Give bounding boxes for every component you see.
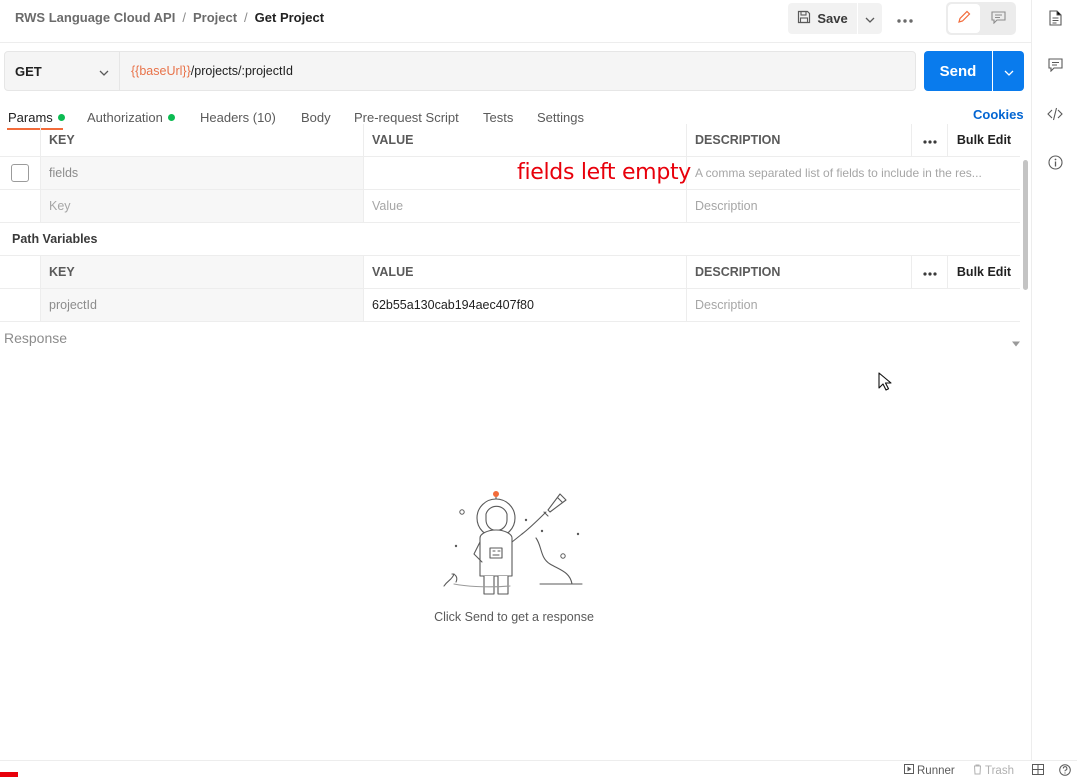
tab-label: Pre-request Script: [354, 109, 459, 125]
mouse-cursor-icon: [878, 372, 892, 392]
row-checkbox-cell: [0, 289, 41, 321]
right-sidebar: [1031, 0, 1077, 760]
send-button[interactable]: Send: [924, 51, 992, 91]
method-label: GET: [15, 63, 42, 79]
column-header-value: VALUE: [364, 124, 687, 156]
chevron-down-icon: [99, 64, 109, 79]
save-label: Save: [817, 11, 848, 26]
runner-button[interactable]: Runner: [904, 764, 955, 777]
response-hint-text: Click Send to get a response: [434, 610, 594, 624]
chevron-down-icon: [1004, 64, 1014, 79]
more-horizontal-icon: [922, 265, 937, 279]
comment-mode-button[interactable]: [982, 4, 1014, 33]
url-variable: {{baseUrl}}: [131, 64, 191, 78]
breadcrumb-separator: /: [244, 10, 248, 25]
param-description-field[interactable]: A comma separated list of fields to incl…: [687, 157, 1020, 189]
save-button[interactable]: Save: [788, 3, 857, 34]
url-path: /projects/:projectId: [190, 64, 293, 78]
request-header: RWS Language Cloud API / Project / Get P…: [0, 0, 1031, 43]
new-param-value-input[interactable]: Value: [364, 190, 687, 222]
status-dot: [57, 113, 65, 121]
breadcrumb-collection[interactable]: RWS Language Cloud API: [15, 10, 175, 25]
code-icon[interactable]: [1047, 106, 1063, 122]
column-header-value: VALUE: [364, 256, 687, 288]
chevron-down-icon: [865, 11, 875, 26]
save-options-dropdown[interactable]: [858, 3, 882, 34]
row-checkbox-cell: [0, 157, 41, 189]
table-row-new: Key Value Description: [0, 190, 1020, 223]
tab-label: Headers (10): [200, 109, 276, 125]
new-param-key-input[interactable]: Key: [41, 190, 364, 222]
save-button-group: Save: [788, 3, 882, 34]
column-options-button[interactable]: [911, 124, 948, 156]
path-variable-value-field[interactable]: 62b55a130cab194aec407f80: [364, 289, 687, 321]
response-empty-hint: Click Send to get a response: [0, 609, 1031, 624]
row-checkbox-cell: [0, 190, 41, 222]
path-variable-description-field[interactable]: Description: [687, 289, 1020, 321]
table-header-row: KEY VALUE DESCRIPTION Bulk Edit: [0, 255, 1020, 289]
params-scrollbar[interactable]: [1023, 130, 1028, 320]
url-input[interactable]: {{baseUrl}}/projects/:projectId: [120, 52, 293, 90]
param-key-field[interactable]: fields: [41, 157, 364, 189]
breadcrumb-separator: /: [182, 10, 186, 25]
path-variable-key: projectId: [41, 289, 364, 321]
comment-icon[interactable]: [1047, 57, 1063, 73]
comment-icon: [990, 10, 1006, 27]
play-icon: [904, 764, 914, 777]
status-indicator: [0, 772, 18, 777]
cookies-link[interactable]: Cookies: [973, 107, 1024, 122]
send-button-group: Send: [924, 51, 1024, 91]
save-icon: [797, 10, 811, 27]
response-header[interactable]: Response: [0, 322, 1031, 355]
layout-toggle-icon[interactable]: [1032, 764, 1044, 775]
more-horizontal-icon: [922, 133, 937, 147]
info-icon[interactable]: [1047, 154, 1063, 170]
breadcrumb-request-name[interactable]: Get Project: [255, 10, 324, 25]
astronaut-illustration: [440, 486, 590, 606]
scrollbar-thumb[interactable]: [1023, 160, 1028, 290]
param-enabled-checkbox[interactable]: [11, 164, 29, 182]
send-options-dropdown[interactable]: [993, 51, 1024, 91]
pencil-icon: [957, 10, 971, 27]
response-title: Response: [4, 330, 68, 346]
view-mode-toggle: [946, 2, 1016, 35]
breadcrumb: RWS Language Cloud API / Project / Get P…: [15, 10, 324, 25]
new-param-description-input[interactable]: Description: [687, 190, 1020, 222]
help-icon[interactable]: [1059, 764, 1071, 776]
tab-label: Settings: [537, 109, 584, 125]
method-select[interactable]: GET: [5, 52, 120, 90]
status-bar: Runner Trash: [0, 760, 1077, 777]
tab-label: Params: [8, 109, 53, 125]
more-actions-button[interactable]: [892, 9, 918, 27]
tab-label: Body: [301, 109, 331, 125]
table-header-row: KEY VALUE DESCRIPTION Bulk Edit: [0, 124, 1020, 157]
bulk-edit-button[interactable]: Bulk Edit: [948, 256, 1020, 288]
tab-label: Tests: [483, 109, 514, 125]
column-header-key: KEY: [41, 124, 364, 156]
url-bar: GET {{baseUrl}}/projects/:projectId: [4, 51, 916, 91]
breadcrumb-folder[interactable]: Project: [193, 10, 237, 25]
edit-mode-button[interactable]: [948, 4, 980, 33]
runner-label: Runner: [917, 764, 955, 777]
trash-label: Trash: [985, 765, 1014, 777]
header-checkbox-cell: [0, 256, 41, 288]
chevron-down-icon[interactable]: [1011, 335, 1021, 350]
column-header-key: KEY: [41, 256, 364, 288]
annotation-label: fields left empty: [517, 160, 692, 185]
column-options-button[interactable]: [911, 256, 948, 288]
document-icon[interactable]: [1047, 10, 1063, 26]
header-checkbox-cell: [0, 124, 41, 156]
trash-icon: [973, 764, 982, 777]
trash-button[interactable]: Trash: [973, 764, 1014, 777]
tab-label: Authorization: [87, 109, 163, 125]
table-row: projectId 62b55a130cab194aec407f80 Descr…: [0, 289, 1020, 322]
bulk-edit-button[interactable]: Bulk Edit: [948, 124, 1020, 156]
path-variables-title: Path Variables: [12, 232, 98, 246]
table-row: fields A comma separated list of fields …: [0, 157, 1020, 190]
more-horizontal-icon: [897, 11, 913, 26]
status-dot: [167, 113, 175, 121]
